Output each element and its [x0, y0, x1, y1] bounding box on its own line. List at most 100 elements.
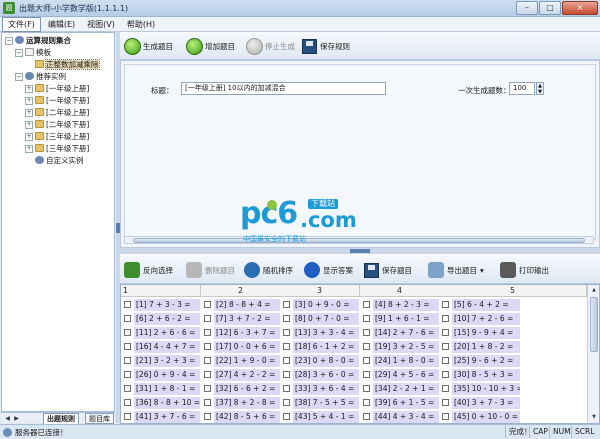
- question-checkbox[interactable]: [124, 315, 131, 322]
- spin-down-icon[interactable]: ▼: [537, 89, 543, 95]
- question-checkbox[interactable]: [442, 301, 449, 308]
- question-checkbox[interactable]: [204, 357, 211, 364]
- question-checkbox[interactable]: [283, 315, 290, 322]
- question-cell[interactable]: [24] 1 + 8 - 0 =: [373, 355, 439, 367]
- question-cell[interactable]: [10] 7 + 2 - 6 =: [452, 313, 520, 325]
- tab-nav-left-icon[interactable]: ◀: [3, 414, 12, 423]
- question-cell[interactable]: [8] 0 + 7 - 0 =: [293, 313, 359, 325]
- count-input[interactable]: 100: [509, 82, 535, 95]
- question-cell[interactable]: [36] 8 - 8 + 10 =: [134, 397, 200, 409]
- question-checkbox[interactable]: [283, 301, 290, 308]
- tree-item-recommended[interactable]: − 推荐实例: [15, 71, 66, 82]
- count-stepper[interactable]: ▲ ▼: [536, 82, 544, 95]
- question-cell[interactable]: [39] 6 + 1 - 5 =: [373, 397, 439, 409]
- question-checkbox[interactable]: [204, 385, 211, 392]
- expand-icon[interactable]: +: [25, 145, 33, 153]
- question-checkbox[interactable]: [283, 413, 290, 420]
- question-checkbox[interactable]: [283, 385, 290, 392]
- question-cell[interactable]: [34] 2 - 2 + 1 =: [373, 383, 439, 395]
- question-checkbox[interactable]: [442, 357, 449, 364]
- question-cell[interactable]: [4] 8 + 2 - 3 =: [373, 299, 439, 311]
- question-cell[interactable]: [44] 4 + 3 - 4 =: [373, 411, 439, 423]
- question-cell[interactable]: [19] 3 + 2 - 5 =: [373, 341, 439, 353]
- question-cell[interactable]: [30] 8 - 5 + 3 =: [452, 369, 520, 381]
- menu-file[interactable]: 文件(F): [2, 16, 41, 32]
- tab-nav-right-icon[interactable]: ▶: [12, 414, 21, 423]
- question-cell[interactable]: [37] 8 + 2 - 8 =: [214, 397, 280, 409]
- expand-icon[interactable]: +: [25, 121, 33, 129]
- export-button[interactable]: 导出题目 ▾: [428, 260, 484, 280]
- question-checkbox[interactable]: [283, 399, 290, 406]
- question-cell[interactable]: [9] 1 + 6 - 1 =: [373, 313, 439, 325]
- question-checkbox[interactable]: [124, 385, 131, 392]
- question-checkbox[interactable]: [442, 315, 449, 322]
- menu-edit[interactable]: 编辑(E): [43, 18, 80, 31]
- question-cell[interactable]: [41] 3 + 7 - 6 =: [134, 411, 200, 423]
- collapse-icon[interactable]: −: [15, 73, 23, 81]
- question-checkbox[interactable]: [124, 343, 131, 350]
- question-checkbox[interactable]: [204, 329, 211, 336]
- question-cell[interactable]: [33] 3 + 6 - 4 =: [293, 383, 359, 395]
- question-checkbox[interactable]: [204, 399, 211, 406]
- question-checkbox[interactable]: [204, 371, 211, 378]
- scroll-thumb[interactable]: [590, 297, 598, 352]
- stop-button[interactable]: 停止生成: [246, 36, 295, 56]
- question-cell[interactable]: [1] 7 + 3 - 3 =: [134, 299, 200, 311]
- expand-icon[interactable]: +: [25, 97, 33, 105]
- delete-question-button[interactable]: 删除题目: [186, 260, 235, 280]
- question-cell[interactable]: [20] 1 + 8 - 2 =: [452, 341, 520, 353]
- question-checkbox[interactable]: [204, 343, 211, 350]
- question-cell[interactable]: [31] 1 + 8 - 1 =: [134, 383, 200, 395]
- question-cell[interactable]: [26] 0 + 9 - 4 =: [134, 369, 200, 381]
- show-answer-button[interactable]: 显示答案: [304, 260, 353, 280]
- tab-question-bank[interactable]: 题目库: [85, 413, 114, 424]
- question-cell[interactable]: [27] 4 + 2 - 2 =: [214, 369, 280, 381]
- question-checkbox[interactable]: [363, 371, 370, 378]
- tree-item-grade-1b[interactable]: + [一年级下册]: [25, 95, 89, 106]
- expand-icon[interactable]: +: [25, 85, 33, 93]
- question-checkbox[interactable]: [442, 343, 449, 350]
- question-cell[interactable]: [35] 10 - 10 + 3 =: [452, 383, 520, 395]
- question-checkbox[interactable]: [442, 399, 449, 406]
- question-cell[interactable]: [17] 0 - 0 + 6 =: [214, 341, 280, 353]
- question-cell[interactable]: [23] 0 + 8 - 0 =: [293, 355, 359, 367]
- save-questions-button[interactable]: 保存题目: [364, 260, 412, 280]
- question-checkbox[interactable]: [124, 301, 131, 308]
- rule-tree[interactable]: − 运算规则集合 − 模板 正整数加减乘除 − 推荐实例 + [一年级上册] + [一年级…: [1, 32, 115, 412]
- minimize-button[interactable]: –: [516, 1, 538, 15]
- add-question-button[interactable]: 增加题目: [186, 36, 235, 56]
- question-cell[interactable]: [14] 2 + 7 - 6 =: [373, 327, 439, 339]
- question-cell[interactable]: [28] 3 + 6 - 0 =: [293, 369, 359, 381]
- tree-item-grade-2b[interactable]: + [二年级下册]: [25, 119, 89, 130]
- column-header[interactable]: 1: [121, 285, 201, 297]
- question-checkbox[interactable]: [204, 315, 211, 322]
- question-checkbox[interactable]: [124, 413, 131, 420]
- question-cell[interactable]: [7] 3 + 7 - 2 =: [214, 313, 280, 325]
- column-header[interactable]: 4: [360, 285, 440, 297]
- splitter-grip[interactable]: [350, 249, 370, 253]
- expand-icon[interactable]: +: [25, 109, 33, 117]
- question-checkbox[interactable]: [283, 371, 290, 378]
- question-cell[interactable]: [15] 9 - 9 + 4 =: [452, 327, 520, 339]
- question-checkbox[interactable]: [442, 385, 449, 392]
- question-cell[interactable]: [29] 4 + 5 - 6 =: [373, 369, 439, 381]
- question-cell[interactable]: [16] 4 - 4 + 7 =: [134, 341, 200, 353]
- question-checkbox[interactable]: [124, 329, 131, 336]
- question-checkbox[interactable]: [283, 343, 290, 350]
- question-cell[interactable]: [42] 8 - 5 + 6 =: [214, 411, 280, 423]
- question-checkbox[interactable]: [124, 357, 131, 364]
- print-button[interactable]: 打印输出: [500, 260, 549, 280]
- question-checkbox[interactable]: [204, 301, 211, 308]
- chevron-down-icon[interactable]: ▾: [480, 266, 484, 275]
- reverse-select-button[interactable]: 反向选择: [124, 260, 173, 280]
- tree-item-grade-1a[interactable]: + [一年级上册]: [25, 83, 89, 94]
- scroll-down-icon[interactable]: ▼: [589, 413, 599, 422]
- tab-rules[interactable]: 出题规则: [43, 413, 79, 424]
- collapse-icon[interactable]: −: [15, 49, 23, 57]
- collapse-icon[interactable]: −: [5, 37, 13, 45]
- question-cell[interactable]: [43] 5 + 4 - 1 =: [293, 411, 359, 423]
- title-input[interactable]: [一年级上册] 10以内的加减混合: [181, 82, 386, 95]
- question-grid[interactable]: 1 2 3 4 5 [1] 7 + 3 - 3 = [2] 8 - 8 + 4 = [3] 0…: [120, 284, 600, 424]
- question-cell[interactable]: [12] 6 - 3 + 7 =: [214, 327, 280, 339]
- tree-item-template[interactable]: − 模板: [15, 47, 51, 58]
